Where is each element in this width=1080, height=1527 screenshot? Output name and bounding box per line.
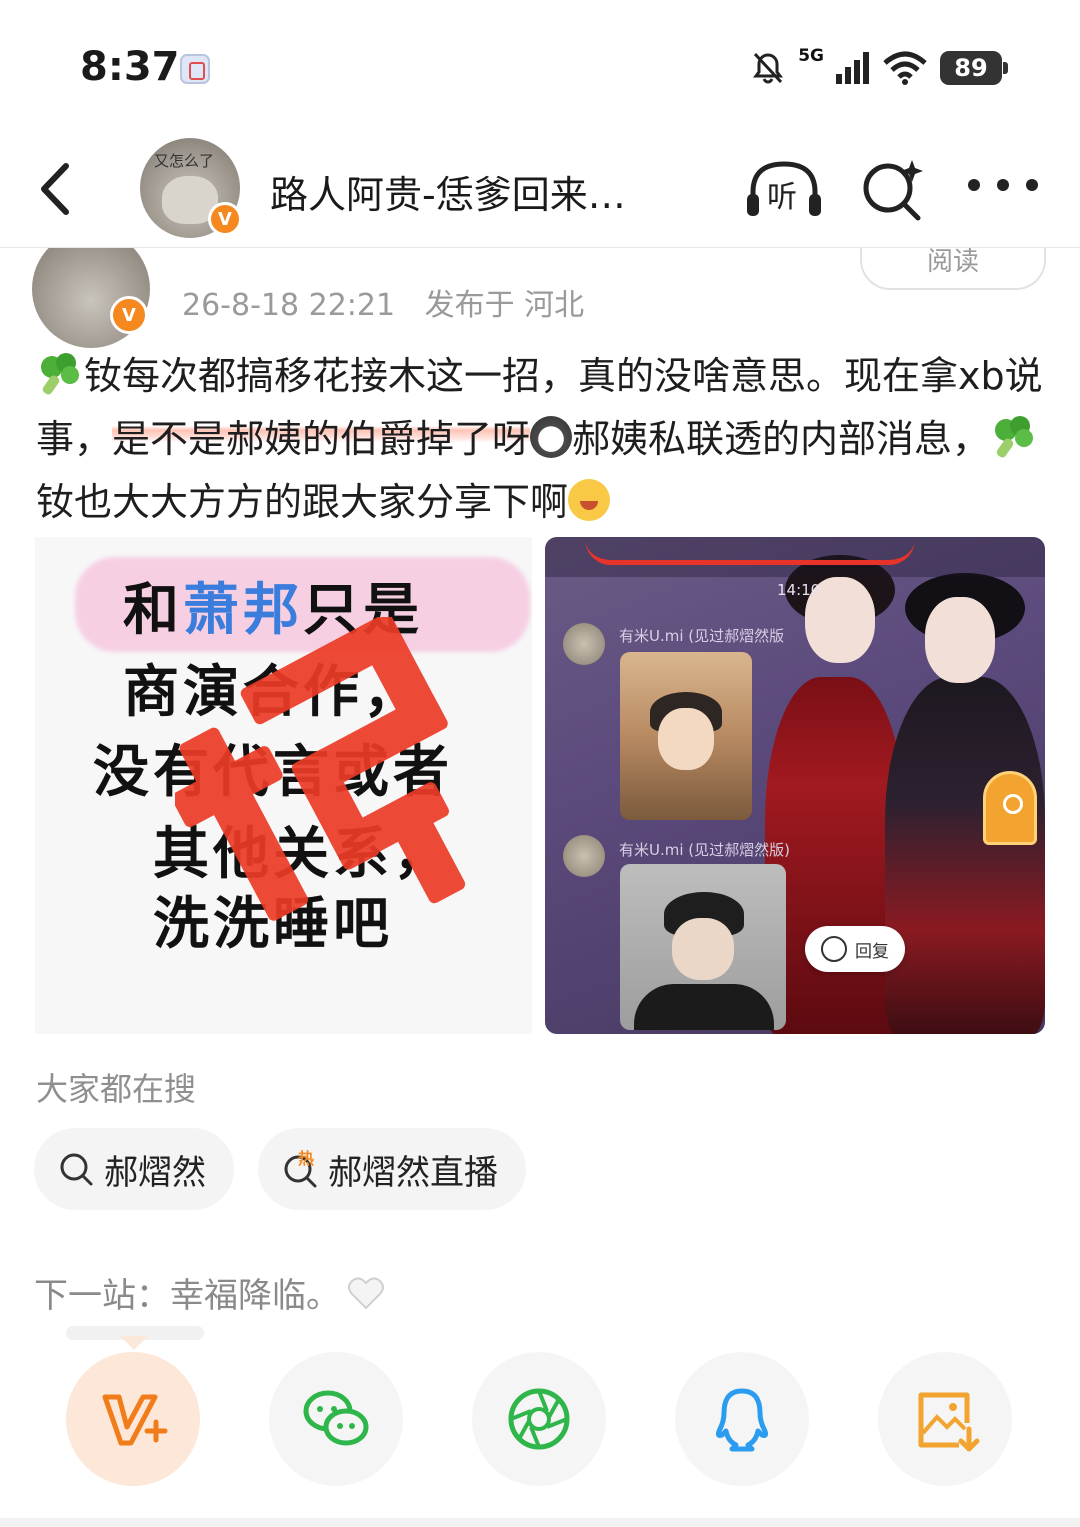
wechat-share-button[interactable]: [269, 1352, 403, 1486]
nav-header: 又怎么了 V 路人阿贵-恁爹回来… 听: [0, 130, 1080, 248]
hot-badge: 热: [298, 1149, 314, 1168]
listen-button[interactable]: 听: [745, 158, 823, 220]
qq-share-button[interactable]: [675, 1352, 809, 1486]
fake-stamp-icon: [175, 617, 466, 921]
performer-face-2: [925, 597, 995, 683]
chat-timestamp: 14:10: [777, 581, 821, 599]
moments-icon: [508, 1388, 570, 1450]
next-stop-text: 下一站：幸福降临。: [34, 1276, 340, 1316]
trending-chip-label: 郝熠然直播: [328, 1152, 498, 1193]
status-bar: 8:37 5G 89: [0, 0, 1080, 130]
broccoli-emoji-icon: [995, 416, 1034, 458]
chat-photo-1: [620, 652, 752, 820]
chat-photo-2: [620, 864, 786, 1030]
post-image-meme[interactable]: 和萧邦只是 商演合作， 没有代言或者 其他关系， 洗洗睡吧: [35, 537, 532, 1034]
broccoli-emoji-icon: [41, 353, 79, 395]
post-text-part-2: 郝姨私联透的内部消息，: [572, 417, 991, 461]
post-text: 钕每次都搞移花接木这一招，真的没啥意思。现在拿xb说事，是不是郝姨的伯爵掉了呀郝…: [36, 345, 1046, 534]
reply-label: 回复: [855, 941, 889, 962]
trending-chip-label: 郝熠然: [104, 1152, 206, 1193]
bottom-divider: [0, 1518, 1080, 1527]
listen-label: 听: [767, 180, 797, 215]
tooltip-tail: [66, 1326, 204, 1350]
verified-badge: V: [110, 296, 148, 334]
trending-chips: 郝熠然 热 郝熠然直播: [34, 1128, 526, 1210]
wechat-icon: [303, 1390, 369, 1446]
network-type: 5G: [798, 46, 824, 66]
battery-indicator: 89: [940, 51, 1008, 85]
back-arrow-icon[interactable]: [30, 158, 86, 220]
post-location: 发布于 河北: [424, 288, 585, 323]
share-bar: [0, 1352, 1080, 1492]
bell-muted-icon: [753, 52, 784, 84]
more-options-icon[interactable]: [968, 170, 1038, 200]
post-text-part-3: 钕也大大方方的跟大家分享下啊: [36, 480, 569, 524]
verified-badge: V: [208, 202, 242, 236]
notification-app-icon: [180, 54, 210, 84]
post-date: 26-8-18 22:21: [182, 288, 396, 323]
signal-icon: [836, 52, 869, 84]
reply-chip: 回复: [805, 926, 905, 972]
husky-emoji-icon: [530, 416, 573, 458]
status-time: 8:37: [80, 44, 180, 90]
v-plus-button[interactable]: [66, 1352, 200, 1486]
trending-chip-2[interactable]: 热 郝熠然直播: [258, 1128, 526, 1210]
trending-chip-1[interactable]: 郝熠然: [34, 1128, 234, 1210]
avatar-caption: 又怎么了: [154, 152, 215, 170]
trending-label: 大家都在搜: [36, 1070, 197, 1108]
next-stop-line: 下一站：幸福降临。: [34, 1268, 386, 1317]
white-heart-icon: [348, 1276, 384, 1309]
hug-smile-emoji-icon: [568, 479, 611, 521]
search-icon: [60, 1153, 93, 1186]
search-sparkle-icon[interactable]: [860, 156, 926, 222]
chat-avatar: [563, 623, 605, 665]
chat-sender-name: 有米U.mi (见过郝熠然版): [619, 841, 790, 859]
wifi-icon: [883, 51, 927, 85]
moments-share-button[interactable]: [472, 1352, 606, 1486]
post-image-screenshot[interactable]: 14:10 有米U.mi (见过郝熠然版 有米U.mi (见过郝熠然版) 回复: [545, 537, 1045, 1034]
hot-search-icon: 热: [284, 1149, 317, 1188]
chat-sender-name: 有米U.mi (见过郝熠然版: [619, 627, 785, 645]
door-sticker-icon: [983, 771, 1037, 845]
status-indicators: 5G 89: [750, 46, 1008, 88]
chat-avatar: [563, 835, 605, 877]
qq-icon: [715, 1388, 769, 1452]
smile-icon: [821, 936, 847, 962]
post-highlight: 是不是郝姨的伯爵掉了呀: [112, 417, 531, 461]
red-scribble-mark: [585, 539, 915, 565]
post-meta: 26-8-18 22:21 发布于 河北: [182, 280, 584, 324]
performer-figure-2: [885, 677, 1045, 1034]
header-avatar[interactable]: 又怎么了 V: [140, 138, 242, 238]
page-title[interactable]: 路人阿贵-恁爹回来…: [270, 164, 670, 219]
save-image-icon: [918, 1392, 980, 1452]
save-image-button[interactable]: [878, 1352, 1012, 1486]
v-plus-icon: [102, 1394, 168, 1446]
